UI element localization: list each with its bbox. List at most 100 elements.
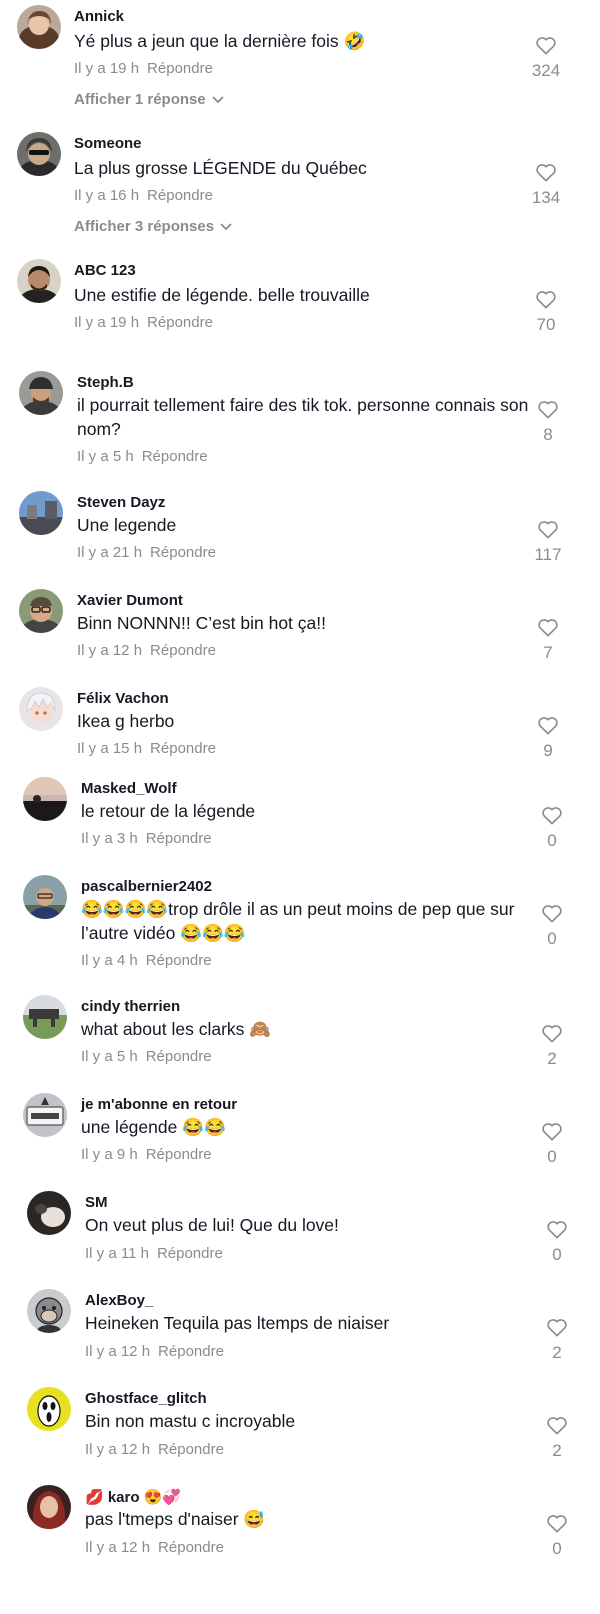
comment-time: Il y a 4 h [81,952,138,969]
reply-button[interactable]: Répondre [147,60,213,77]
comment-text: La plus grosse LÉGENDE du Québec [74,158,367,178]
heart-icon [536,37,556,55]
like-count: 2 [552,1441,562,1460]
reply-button[interactable]: Répondre [146,830,212,847]
comment-text: Heineken Tequila pas ltemps de niaiser [85,1313,390,1333]
reply-button[interactable]: Répondre [147,187,213,204]
comment-text: Une estifie de légende. belle trouvaille [74,285,370,305]
heart-icon [536,164,556,182]
avatar[interactable] [23,875,67,919]
comment-meta: Il y a 5 h Répondre [77,448,208,465]
avatar[interactable] [19,371,63,415]
comment-time: Il y a 3 h [81,830,138,847]
reply-button[interactable]: Répondre [147,314,213,331]
avatar[interactable] [23,995,67,1039]
reply-button[interactable]: Répondre [158,1539,224,1556]
like-button[interactable]: 2 [527,1023,577,1069]
avatar[interactable] [19,491,63,535]
comment-meta: Il y a 12 h Répondre [85,1441,224,1458]
comment-username[interactable]: Félix Vachon [77,690,169,707]
avatar[interactable] [19,589,63,633]
reply-button[interactable]: Répondre [158,1343,224,1360]
heart-icon [536,291,556,309]
like-button[interactable]: 117 [523,519,573,565]
reply-button[interactable]: Répondre [142,448,208,465]
like-button[interactable]: 324 [521,35,571,81]
comment-time: Il y a 15 h [77,740,143,757]
avatar[interactable] [27,1485,71,1529]
comment-username[interactable]: Steven Dayz [77,494,165,511]
like-button[interactable]: 2 [532,1317,582,1363]
comment-meta: Il y a 21 h Répondre [77,544,216,561]
like-button[interactable]: 0 [532,1513,582,1559]
view-replies-button[interactable]: Afficher 3 réponses [74,218,232,235]
reply-button[interactable]: Répondre [146,952,212,969]
heart-icon [542,1025,562,1043]
avatar[interactable] [27,1387,71,1431]
reply-button[interactable]: Répondre [158,1441,224,1458]
avatar[interactable] [23,1093,67,1137]
comment-text: Une legende [77,515,177,535]
like-count: 134 [531,188,561,207]
comment-username[interactable]: AlexBoy_ [85,1292,153,1309]
like-count: 0 [547,1147,557,1166]
heart-icon [538,619,558,637]
like-button[interactable]: 7 [523,617,573,663]
comment-username[interactable]: ABC 123 [74,262,136,279]
like-count: 2 [552,1343,562,1362]
comment-time: Il y a 11 h [85,1245,149,1262]
like-button[interactable]: 0 [527,903,577,949]
comment-meta: Il y a 11 h Répondre [85,1245,223,1262]
comment-time: Il y a 21 h [77,544,143,561]
comment-username[interactable]: je m'abonne en retour [81,1096,237,1113]
like-count: 7 [543,643,553,662]
reply-button[interactable]: Répondre [146,1048,212,1065]
comment-meta: Il y a 16 h Répondre [74,187,213,204]
comment-username[interactable]: Steph.B [77,374,134,391]
comment-time: Il y a 12 h [85,1343,151,1360]
avatar[interactable] [19,687,63,731]
avatar[interactable] [27,1191,71,1235]
heart-icon [547,1515,567,1533]
avatar[interactable] [17,132,61,176]
avatar[interactable] [17,5,61,49]
comment-username[interactable]: 💋 karo 😍💞 [85,1488,181,1506]
avatar[interactable] [27,1289,71,1333]
comment-time: Il y a 12 h [77,642,143,659]
chevron-down-icon [212,91,224,108]
like-button[interactable]: 2 [532,1415,582,1461]
like-button[interactable]: 0 [527,1121,577,1167]
comment-time: Il y a 19 h [74,60,140,77]
comment-username[interactable]: Xavier Dumont [77,592,183,609]
like-count: 2 [547,1049,557,1068]
like-button[interactable]: 9 [523,715,573,761]
like-count: 0 [547,831,557,850]
avatar[interactable] [17,259,61,303]
comment-text: Ikea g herbo [77,711,175,731]
reply-button[interactable]: Répondre [150,642,216,659]
comment-username[interactable]: Masked_Wolf [81,780,177,797]
reply-button[interactable]: Répondre [146,1146,212,1163]
reply-button[interactable]: Répondre [157,1245,223,1262]
avatar[interactable] [23,777,67,821]
view-replies-button[interactable]: Afficher 1 réponse [74,91,224,108]
chevron-down-icon [220,218,232,235]
comment-username[interactable]: cindy therrien [81,998,180,1015]
reply-button[interactable]: Répondre [150,544,216,561]
comment-text: il pourrait tellement faire des tik tok.… [77,395,529,439]
comment-username[interactable]: SM [85,1194,108,1211]
like-button[interactable]: 8 [523,399,573,445]
comment-username[interactable]: Someone [74,135,142,152]
like-button[interactable]: 70 [521,289,571,335]
like-button[interactable]: 134 [521,162,571,208]
like-button[interactable]: 0 [527,805,577,851]
like-button[interactable]: 0 [532,1219,582,1265]
comment-username[interactable]: Annick [74,8,124,25]
comment-username[interactable]: Ghostface_glitch [85,1390,207,1407]
comment-text: le retour de la légende [81,801,256,821]
reply-button[interactable]: Répondre [150,740,216,757]
comment-time: Il y a 9 h [81,1146,138,1163]
comment-username[interactable]: pascalbernier2402 [81,878,212,895]
heart-icon [538,521,558,539]
like-count: 8 [543,425,553,444]
